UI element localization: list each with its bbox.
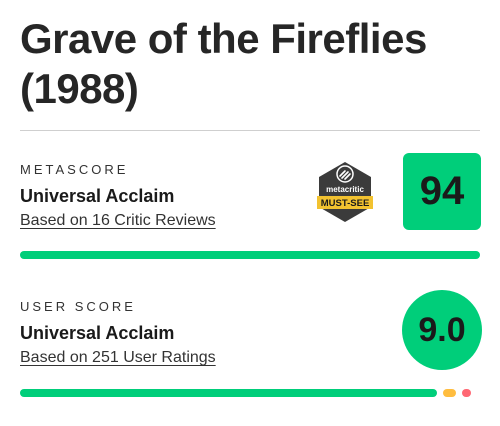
metascore-label: METASCORE	[20, 162, 129, 177]
critic-reviews-link[interactable]: Based on 16 Critic Reviews	[20, 212, 216, 230]
must-see-badge: metacritic MUST-SEE	[316, 160, 374, 224]
divider	[20, 130, 480, 131]
user-score-label: USER SCORE	[20, 299, 136, 314]
must-see-badge-icon: metacritic MUST-SEE	[317, 162, 373, 222]
user-score-negative-segment	[462, 389, 471, 397]
page-title: Grave of the Fireflies (1988)	[20, 15, 427, 112]
metascore-distribution-bar	[20, 251, 480, 259]
metascore-verdict: Universal Acclaim	[20, 186, 175, 206]
user-score-verdict: Universal Acclaim	[20, 323, 175, 343]
user-score-positive-segment	[20, 389, 437, 397]
user-score-circle[interactable]: 9.0	[402, 290, 482, 370]
user-score-distribution-bar	[20, 389, 480, 397]
metascore-box[interactable]: 94	[403, 153, 481, 230]
user-score-mixed-segment	[443, 389, 456, 397]
user-ratings-link[interactable]: Based on 251 User Ratings	[20, 349, 216, 367]
badge-brand-text: metacritic	[326, 185, 364, 194]
badge-must-see-text: MUST-SEE	[321, 198, 370, 209]
metascore-positive-segment	[20, 251, 480, 259]
